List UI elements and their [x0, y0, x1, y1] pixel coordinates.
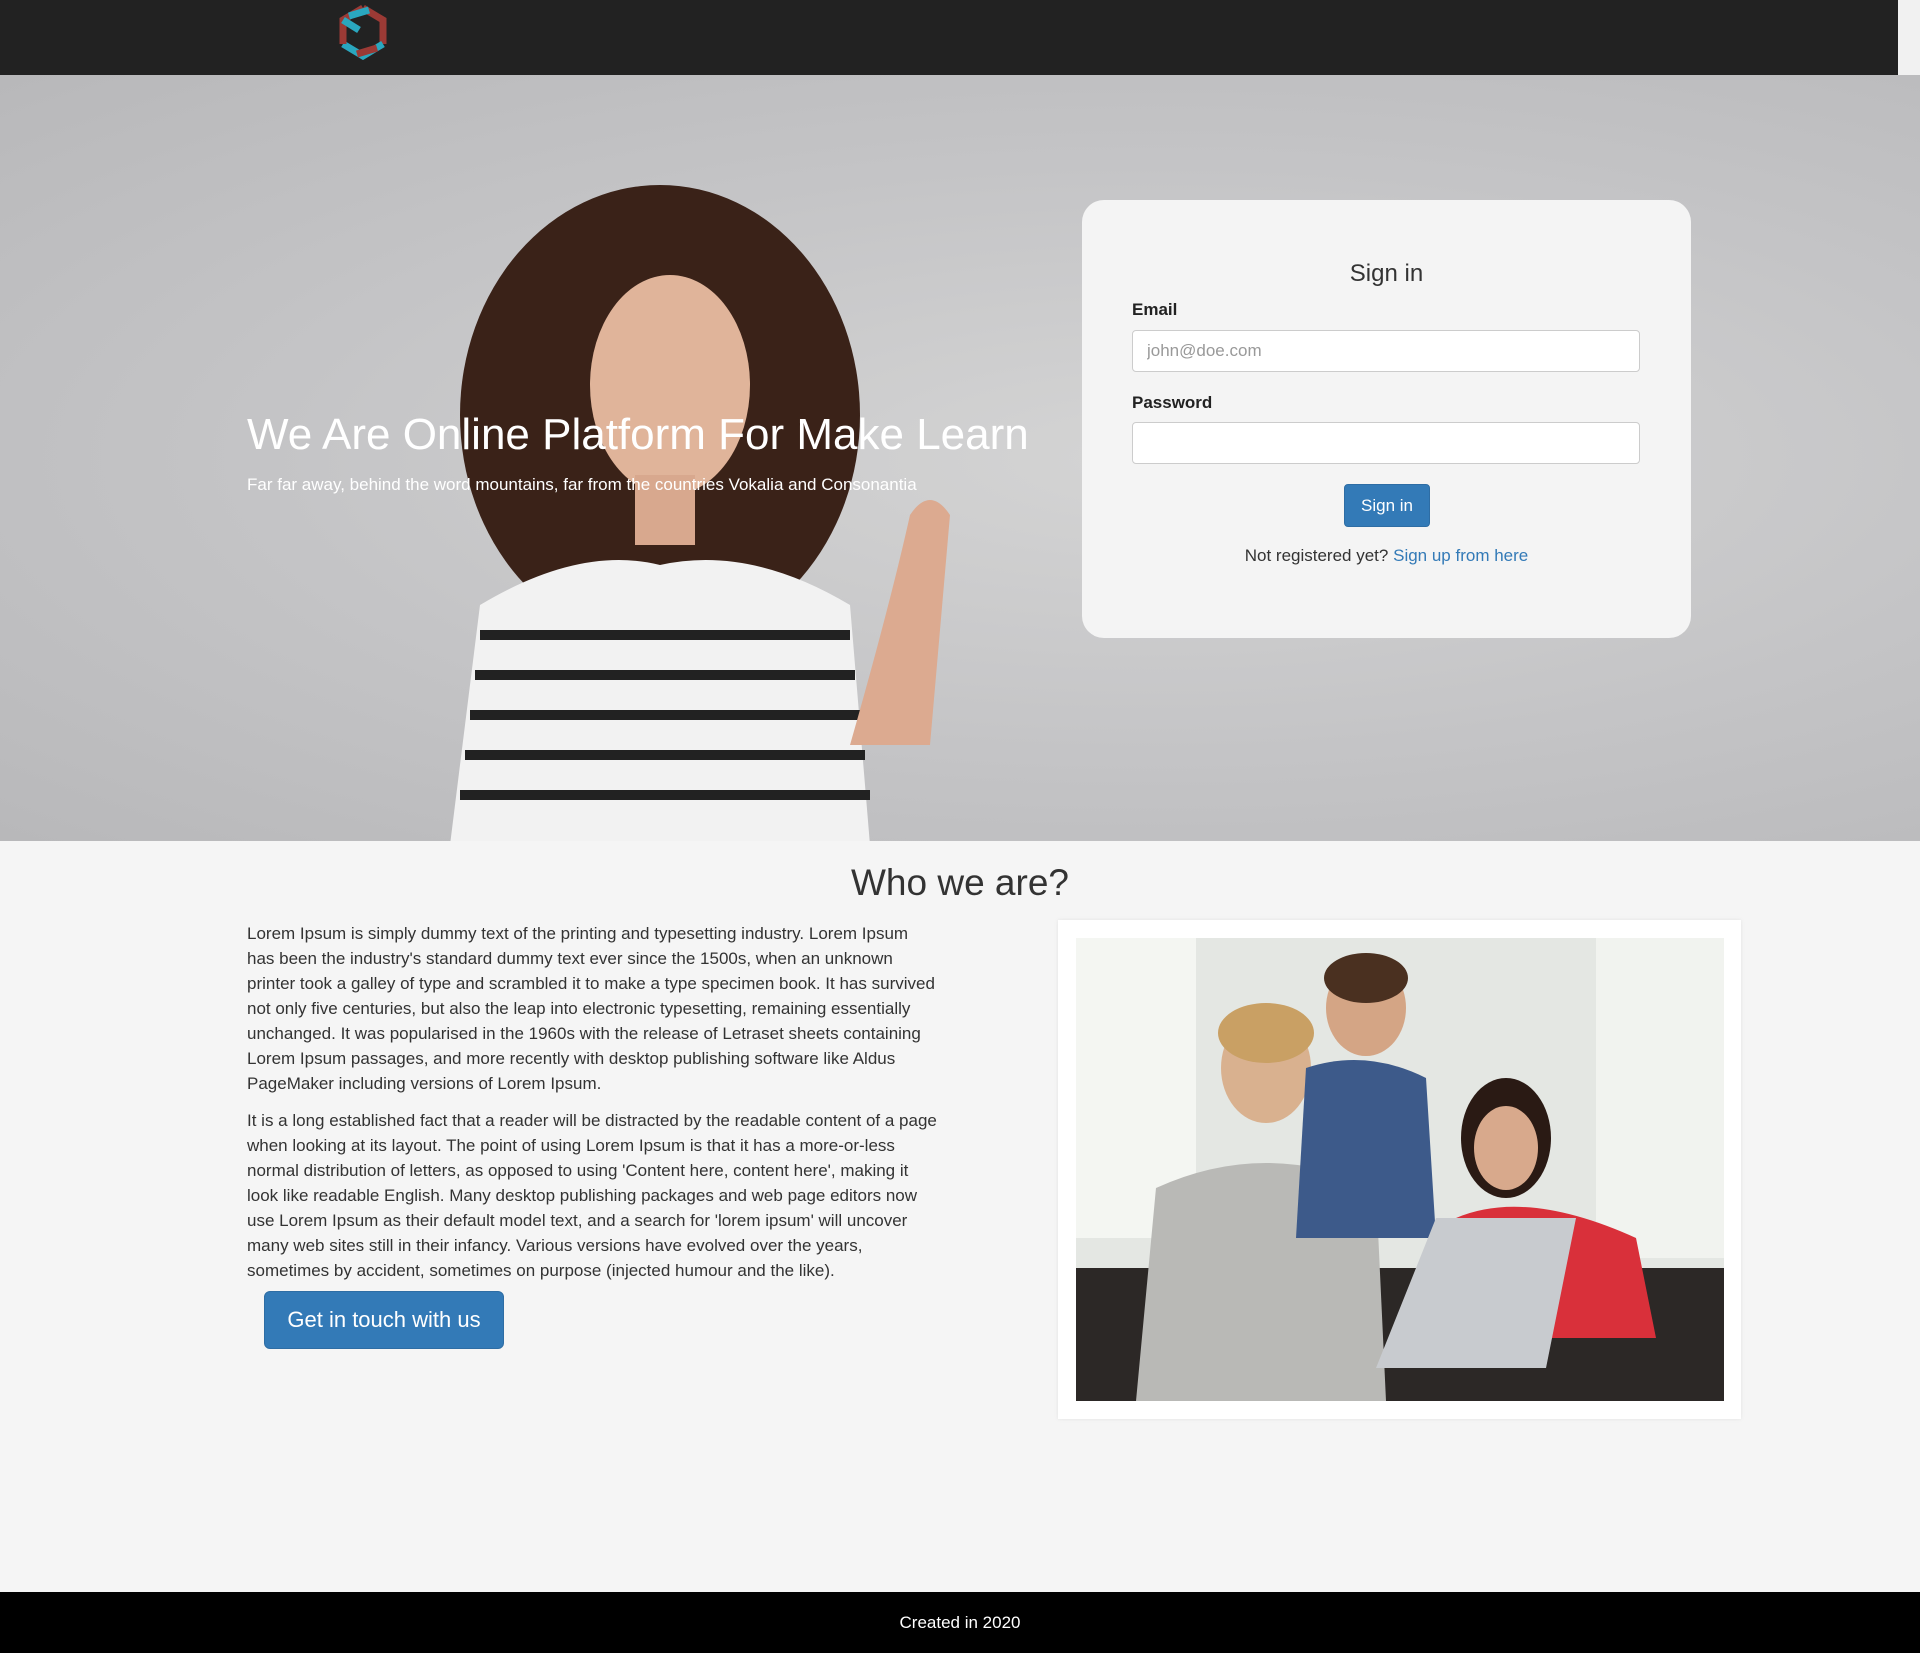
hero-subtitle: Far far away, behind the word mountains,… — [247, 475, 917, 494]
email-input[interactable] — [1132, 330, 1640, 372]
signup-link[interactable]: Sign up from here — [1393, 546, 1528, 565]
about-heading: Who we are? — [851, 862, 1069, 903]
footer-text: Created in 2020 — [899, 1613, 1021, 1632]
signin-title: Sign in — [1349, 260, 1424, 287]
footer: Created in 2020 — [0, 1592, 1920, 1653]
signin-button[interactable]: Sign in — [1344, 484, 1430, 527]
students-laptop-photo — [1076, 938, 1724, 1401]
password-label: Password — [1132, 393, 1213, 412]
email-label: Email — [1132, 300, 1178, 319]
brand-logo-icon[interactable] — [335, 4, 391, 60]
about-image-frame — [1058, 920, 1741, 1419]
register-prompt: Not registered yet? Sign up from here — [1082, 546, 1691, 566]
hero-photo-woman — [450, 185, 950, 841]
signin-card: Sign in Email Password Sign in Not regis… — [1082, 200, 1691, 638]
about-paragraph: Lorem Ipsum is simply dummy text of the … — [247, 924, 935, 1093]
get-in-touch-button[interactable]: Get in touch with us — [264, 1291, 504, 1349]
register-prompt-text: Not registered yet? — [1244, 546, 1389, 565]
password-input[interactable] — [1132, 422, 1640, 464]
hero-section: We Are Online Platform For Make Learn Fa… — [0, 75, 1920, 841]
scrollbar[interactable] — [1898, 0, 1920, 75]
hero-title: We Are Online Platform For Make Learn — [247, 410, 1029, 459]
navbar — [0, 0, 1898, 75]
about-paragraph: It is a long established fact that a rea… — [247, 1111, 937, 1280]
about-text: Lorem Ipsum is simply dummy text of the … — [247, 921, 937, 1295]
